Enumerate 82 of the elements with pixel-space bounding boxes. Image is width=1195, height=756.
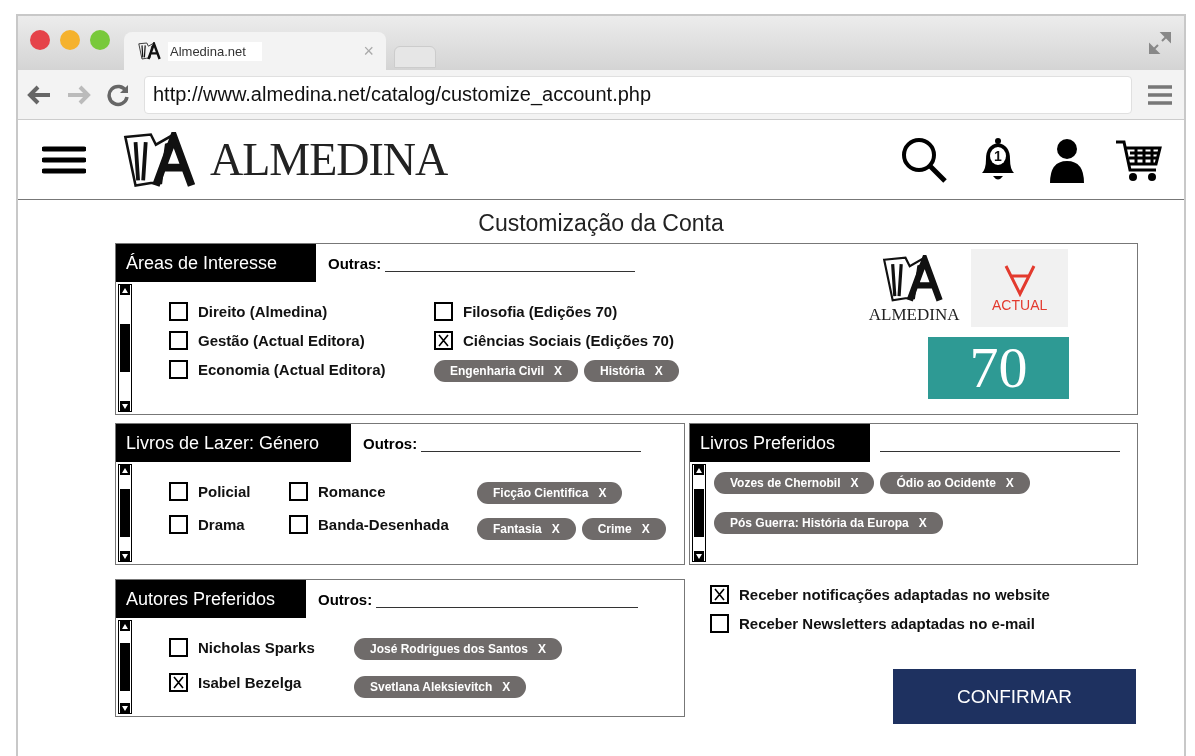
search-icon[interactable] — [900, 135, 948, 184]
option-label: Receber notificações adaptadas no website — [739, 586, 1050, 603]
scroll-up-icon[interactable] — [120, 465, 130, 475]
option-label: Ciências Sociais (Edições 70) — [463, 332, 674, 349]
checkbox[interactable] — [169, 515, 188, 534]
checkbox[interactable] — [169, 302, 188, 321]
checkbox[interactable] — [169, 331, 188, 350]
option-label: Direito (Almedina) — [198, 303, 328, 320]
edicoes-logo: 70 — [928, 337, 1069, 399]
option-label: Romance — [318, 483, 386, 500]
tag-label: Engenharia Civil — [450, 364, 545, 378]
scroll-down-icon[interactable] — [120, 703, 130, 713]
site-logo-text[interactable]: ALMEDINA — [210, 133, 448, 186]
fullscreen-icon[interactable] — [1148, 31, 1172, 55]
checkbox[interactable] — [434, 302, 453, 321]
checkbox[interactable] — [710, 585, 729, 604]
option-label: Gestão (Actual Editora) — [198, 332, 365, 349]
favicon-icon — [138, 42, 162, 60]
option-label: Banda-Desenhada — [318, 516, 449, 533]
tag-label: Ficção Cientifica — [493, 486, 589, 500]
tag-label: José Rodrigues dos Santos — [370, 642, 529, 656]
option-label: Isabel Bezelga — [198, 674, 302, 691]
tag-label: Crime — [597, 522, 632, 536]
scroll-down-icon[interactable] — [120, 551, 130, 561]
tag-label: Fantasia — [493, 522, 542, 536]
remove-button[interactable]: X — [654, 364, 663, 378]
close-window-button[interactable] — [30, 30, 50, 50]
tag-label: Ódio ao Ocidente — [896, 476, 996, 490]
tag-label: Pós Guerra: História da Europa — [730, 516, 909, 530]
actual-logo: ACTUAL — [971, 249, 1069, 327]
section-title: Livros de Lazer: Género — [116, 424, 351, 462]
scroll-up-icon[interactable] — [120, 621, 130, 631]
confirm-button[interactable]: CONFIRMAR — [893, 669, 1136, 724]
menu-icon[interactable] — [42, 144, 86, 175]
section-title: Áreas de Interesse — [116, 244, 316, 282]
remove-button[interactable]: X — [502, 680, 511, 694]
checkbox[interactable] — [710, 614, 729, 633]
scroll-up-icon[interactable] — [120, 285, 130, 295]
scrollbar[interactable] — [692, 464, 706, 562]
reload-icon[interactable] — [106, 82, 130, 107]
option-label: Drama — [198, 516, 245, 533]
user-icon[interactable] — [1048, 136, 1086, 183]
checkbox[interactable] — [169, 360, 188, 379]
checkbox[interactable] — [289, 515, 308, 534]
notification-button[interactable]: 1 — [976, 136, 1020, 183]
option-label: Receber Newsletters adaptadas no e-mail — [739, 615, 1035, 632]
section-title: Autores Preferidos — [116, 580, 306, 618]
remove-button[interactable]: X — [538, 642, 547, 656]
tag-label: Vozes de Chernobil — [730, 476, 841, 490]
tag-label: Svetlana Aleksievitch — [370, 680, 493, 694]
option-label: Economia (Actual Editora) — [198, 361, 386, 378]
other-label: Outros: — [363, 434, 418, 452]
logo-text: ALMEDINA — [868, 305, 960, 325]
option-label: Policial — [198, 483, 251, 500]
checkbox[interactable] — [169, 638, 188, 657]
address-bar[interactable]: http://www.almedina.net/catalog/customize_account.php — [144, 75, 1132, 114]
remove-button[interactable]: X — [850, 476, 859, 490]
option-label: Filosofia (Edições 70) — [463, 303, 618, 320]
remove-button[interactable]: X — [641, 522, 650, 536]
checkbox[interactable] — [434, 331, 453, 350]
scroll-up-icon[interactable] — [694, 465, 704, 475]
option-label: Nicholas Sparks — [198, 639, 315, 656]
scrollbar[interactable] — [118, 284, 132, 412]
remove-button[interactable]: X — [918, 516, 927, 530]
other-label: Outras: — [328, 254, 382, 272]
other-label: Outros: — [318, 590, 373, 608]
scroll-down-icon[interactable] — [694, 551, 704, 561]
back-icon[interactable] — [26, 83, 52, 106]
remove-button[interactable]: X — [554, 364, 563, 378]
scroll-down-icon[interactable] — [120, 401, 130, 411]
scrollbar[interactable] — [118, 464, 132, 562]
page-title: Customização da Conta — [477, 210, 725, 237]
tag-label: História — [600, 364, 645, 378]
checkbox[interactable] — [289, 482, 308, 501]
section-title: Livros Preferidos — [690, 424, 870, 462]
browser-tab[interactable]: Almedina.net × — [124, 32, 386, 70]
scrollbar[interactable] — [118, 620, 132, 714]
remove-button[interactable]: X — [1005, 476, 1014, 490]
remove-button[interactable]: X — [598, 486, 607, 500]
checkbox[interactable] — [169, 482, 188, 501]
remove-button[interactable]: X — [551, 522, 560, 536]
checkbox[interactable] — [169, 673, 188, 692]
